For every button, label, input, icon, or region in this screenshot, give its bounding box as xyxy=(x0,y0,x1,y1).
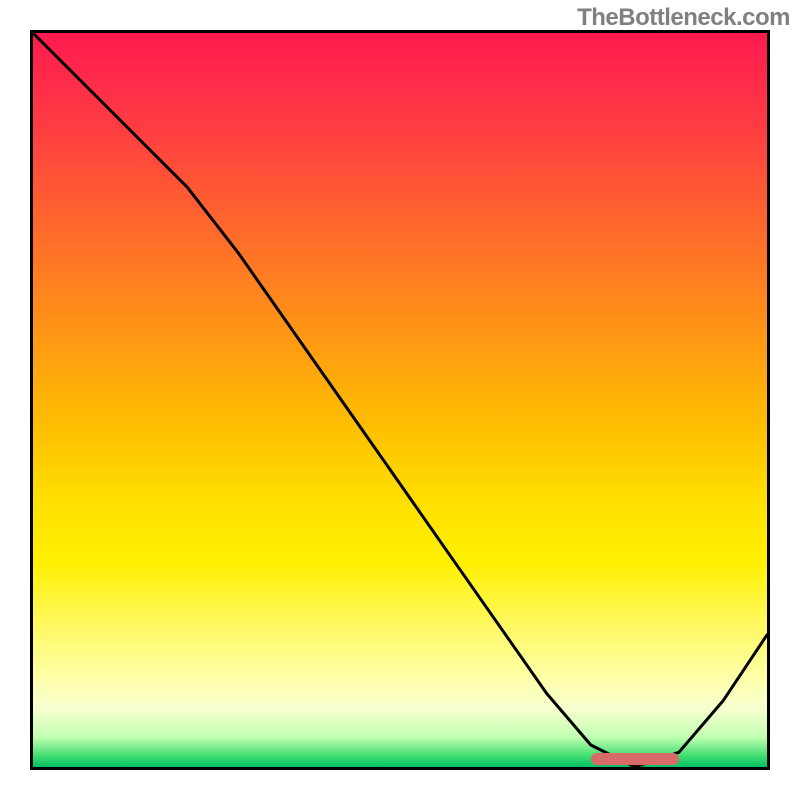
chart-container: TheBottleneck.com xyxy=(0,0,800,800)
optimal-region-mark xyxy=(591,753,679,765)
curve-path xyxy=(33,33,767,767)
bottleneck-curve xyxy=(33,33,767,767)
attribution-text: TheBottleneck.com xyxy=(577,4,790,32)
plot-area xyxy=(30,30,770,770)
